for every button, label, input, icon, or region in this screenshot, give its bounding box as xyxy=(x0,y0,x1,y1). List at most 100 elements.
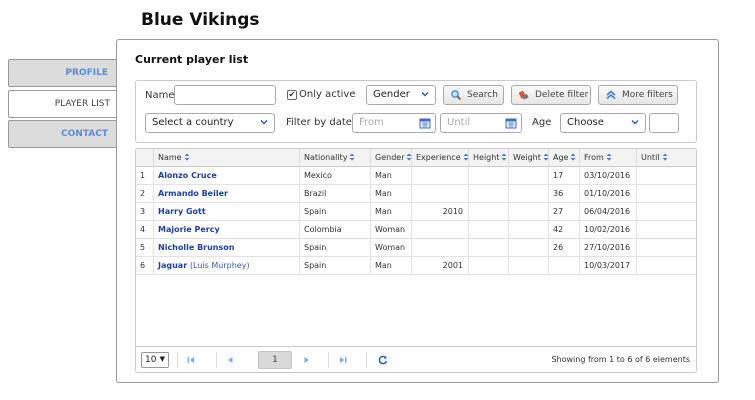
gender-select-value: Gender xyxy=(373,89,410,100)
height-cell xyxy=(469,167,509,185)
table-row[interactable]: 2 Armando Beiler Brazil Man 36 01/10/201… xyxy=(136,185,696,203)
calendar-icon[interactable] xyxy=(505,117,517,129)
row-index: 5 xyxy=(136,239,154,257)
calendar-icon[interactable] xyxy=(419,117,431,129)
age-label: Age xyxy=(532,117,552,128)
caret-down-icon: ▼ xyxy=(159,355,165,363)
until-cell xyxy=(637,185,696,203)
table-row[interactable]: 4 Majorie Percy Colombia Woman 42 10/02/… xyxy=(136,221,696,239)
gender-select[interactable]: Gender xyxy=(366,85,436,105)
country-select[interactable]: Select a country xyxy=(145,113,275,133)
age-select-value: Choose xyxy=(567,117,604,128)
sidebar-item-profile[interactable]: PROFILE xyxy=(8,59,117,87)
table-row[interactable]: 5 Nicholle Brunson Spain Woman 26 27/10/… xyxy=(136,239,696,257)
next-page-icon[interactable] xyxy=(300,353,314,367)
header-weight[interactable]: Weight xyxy=(509,149,549,167)
row-index: 3 xyxy=(136,203,154,221)
age-value-input[interactable] xyxy=(649,113,679,133)
page-size-select[interactable]: 10 ▼ xyxy=(141,352,169,368)
refresh-icon[interactable] xyxy=(376,353,390,367)
sort-icon xyxy=(501,153,507,161)
player-list-panel: Current player list Name: ✔ Only active … xyxy=(116,39,719,383)
row-index: 4 xyxy=(136,221,154,239)
until-cell xyxy=(637,167,696,185)
nationality-cell: Spain xyxy=(300,239,371,257)
until-cell xyxy=(637,221,696,239)
sort-icon xyxy=(606,153,612,161)
sort-icon xyxy=(463,153,469,161)
player-name[interactable]: Jaguar (Luis Murphey) xyxy=(154,257,300,275)
sort-icon xyxy=(543,153,549,161)
more-filters-button[interactable]: More filters xyxy=(598,85,678,105)
header-experience[interactable]: Experience xyxy=(412,149,469,167)
weight-cell xyxy=(509,185,549,203)
experience-cell xyxy=(412,221,469,239)
until-cell xyxy=(637,239,696,257)
row-index: 2 xyxy=(136,185,154,203)
age-cell: 42 xyxy=(549,221,580,239)
nationality-cell: Spain xyxy=(300,203,371,221)
only-active-label: Only active xyxy=(299,89,356,100)
height-cell xyxy=(469,257,509,275)
name-label: Name: xyxy=(145,90,178,101)
pager-divider xyxy=(216,352,217,368)
header-height[interactable]: Height xyxy=(469,149,509,167)
nationality-cell: Mexico xyxy=(300,167,371,185)
from-cell: 01/10/2016 xyxy=(580,185,637,203)
from-date-input[interactable]: From xyxy=(352,113,436,133)
player-name[interactable]: Nicholle Brunson xyxy=(154,239,300,257)
row-index: 1 xyxy=(136,167,154,185)
first-page-icon[interactable] xyxy=(184,353,198,367)
age-cell: 36 xyxy=(549,185,580,203)
sidebar-item-player-list[interactable]: PLAYER LIST xyxy=(8,90,118,118)
until-cell xyxy=(637,257,696,275)
player-name[interactable]: Majorie Percy xyxy=(154,221,300,239)
search-button-label: Search xyxy=(467,90,498,100)
pager-divider xyxy=(177,352,178,368)
height-cell xyxy=(469,221,509,239)
until-date-input[interactable]: Until xyxy=(440,113,522,133)
header-until[interactable]: Until xyxy=(637,149,696,167)
header-nationality[interactable]: Nationality xyxy=(300,149,371,167)
page-size-value: 10 xyxy=(145,355,157,365)
gender-cell: Man xyxy=(371,167,412,185)
only-active-checkbox[interactable]: ✔ xyxy=(287,90,297,100)
sidebar-item-label: PROFILE xyxy=(65,68,108,78)
gender-cell: Woman xyxy=(371,239,412,257)
experience-cell: 2001 xyxy=(412,257,469,275)
search-icon xyxy=(451,90,462,101)
name-input[interactable] xyxy=(174,85,276,105)
prev-page-icon[interactable] xyxy=(223,353,237,367)
header-name[interactable]: Name xyxy=(154,149,300,167)
pagination-bar: 10 ▼ 1 Showing from 1 to 6 of 6 elements xyxy=(136,346,696,372)
eraser-icon xyxy=(518,90,529,100)
search-button[interactable]: Search xyxy=(443,85,504,105)
sort-icon xyxy=(570,153,576,161)
nationality-cell: Colombia xyxy=(300,221,371,239)
weight-cell xyxy=(509,239,549,257)
last-page-icon[interactable] xyxy=(336,353,350,367)
nationality-cell: Brazil xyxy=(300,185,371,203)
header-age[interactable]: Age xyxy=(549,149,580,167)
sidebar-item-contact[interactable]: CONTACT xyxy=(8,120,117,148)
delete-filter-button[interactable]: Delete filter xyxy=(511,85,591,105)
age-select[interactable]: Choose xyxy=(560,113,646,133)
height-cell xyxy=(469,203,509,221)
until-cell xyxy=(637,203,696,221)
player-name[interactable]: Harry Gott xyxy=(154,203,300,221)
table-row[interactable]: 1 Alonzo Cruce Mexico Man 17 03/10/2016 xyxy=(136,167,696,185)
table-row[interactable]: 6 Jaguar (Luis Murphey) Spain Man 2001 1… xyxy=(136,257,696,275)
app-title: Blue Vikings xyxy=(141,10,260,30)
header-gender[interactable]: Gender xyxy=(371,149,412,167)
player-name[interactable]: Armando Beiler xyxy=(154,185,300,203)
table-row[interactable]: 3 Harry Gott Spain Man 2010 27 06/04/201… xyxy=(136,203,696,221)
player-name[interactable]: Alonzo Cruce xyxy=(154,167,300,185)
weight-cell xyxy=(509,167,549,185)
current-page[interactable]: 1 xyxy=(258,351,292,369)
double-chevron-up-icon xyxy=(606,90,616,100)
age-cell: 17 xyxy=(549,167,580,185)
experience-cell xyxy=(412,167,469,185)
header-from[interactable]: From xyxy=(580,149,637,167)
filter-by-dates-label: Filter by dates xyxy=(286,117,358,128)
gender-cell: Man xyxy=(371,185,412,203)
